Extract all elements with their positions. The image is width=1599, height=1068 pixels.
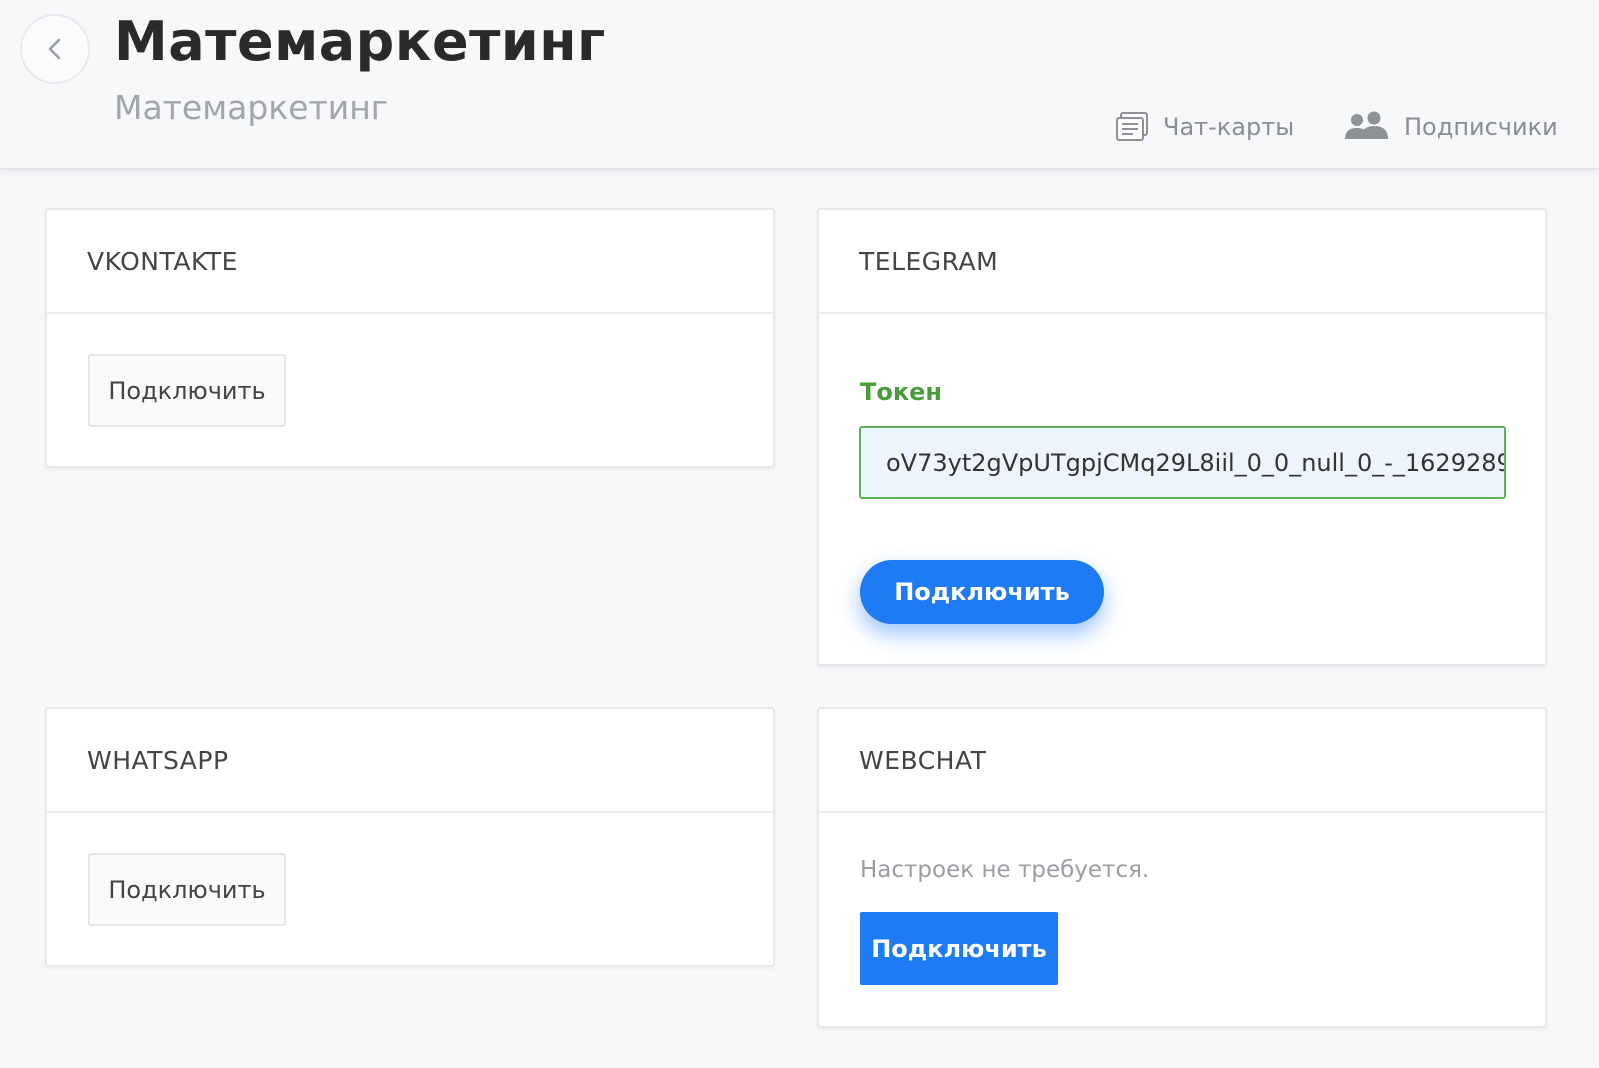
card-title: TELEGRAM	[819, 210, 1545, 314]
whatsapp-card: WHATSAPP Подключить	[45, 707, 775, 967]
webchat-connect-button[interactable]: Подключить	[860, 912, 1058, 985]
vkontakte-card: VKONTAKTE Подключить	[45, 208, 775, 468]
nav-subscribers[interactable]: Подписчики	[1344, 106, 1558, 148]
nav-subscribers-label: Подписчики	[1404, 113, 1558, 141]
whatsapp-connect-button[interactable]: Подключить	[88, 853, 286, 926]
page-subtitle: Матемаркетинг	[114, 88, 389, 127]
back-button[interactable]	[20, 14, 90, 84]
webchat-note: Настроек не требуется.	[860, 857, 1150, 883]
page-header: Матемаркетинг Матемаркетинг Чат-карты По…	[0, 0, 1599, 170]
chevron-left-icon	[48, 38, 61, 60]
card-title: WHATSAPP	[47, 709, 773, 813]
card-title: WEBCHAT	[819, 709, 1545, 813]
telegram-connect-button[interactable]: Подключить	[860, 560, 1104, 624]
card-title: VKONTAKTE	[47, 210, 773, 314]
telegram-card: TELEGRAM Токен Подключить	[817, 208, 1547, 666]
users-icon	[1345, 111, 1388, 139]
webchat-card: WEBCHAT Настроек не требуется. Подключит…	[817, 707, 1547, 1028]
page-title: Матемаркетинг	[114, 10, 606, 73]
nav-chat-maps-label: Чат-карты	[1163, 113, 1295, 141]
token-input[interactable]	[859, 426, 1506, 499]
chat-maps-icon	[1116, 112, 1148, 141]
vkontakte-connect-button[interactable]: Подключить	[88, 354, 286, 427]
token-label: Токен	[860, 378, 943, 406]
nav-chat-maps[interactable]: Чат-карты	[1115, 106, 1294, 148]
